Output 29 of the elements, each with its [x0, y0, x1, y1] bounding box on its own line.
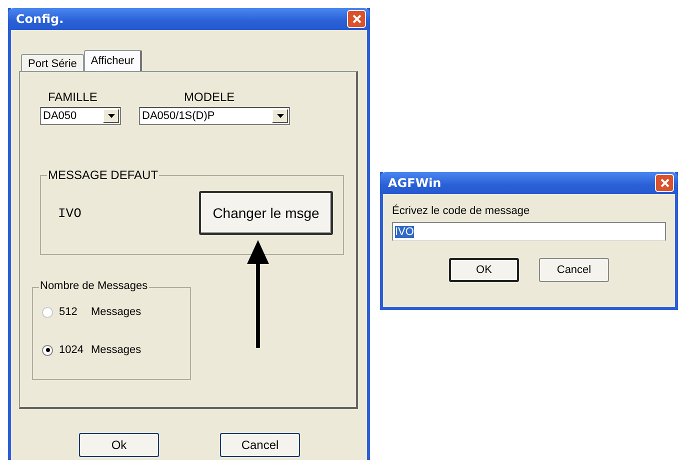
radio-button[interactable]	[42, 344, 53, 356]
tab[interactable]: Afficheur	[84, 50, 142, 71]
dropdown[interactable]: DA050/1S(D)P	[139, 107, 290, 125]
close-icon[interactable]	[352, 14, 362, 24]
radio-button[interactable]	[42, 306, 53, 318]
message-code: IVO	[58, 206, 82, 220]
radio-label: Messages	[91, 306, 142, 318]
radio-label: 1024	[59, 344, 84, 356]
selected-text: IVO	[395, 226, 414, 238]
dialog-button[interactable]: OK	[449, 258, 519, 282]
dialog-button[interactable]: Cancel	[220, 433, 300, 457]
field-label: MODELE	[183, 90, 236, 104]
dialog-button[interactable]: Cancel	[539, 258, 609, 282]
change-message-button[interactable]: Changer le msge	[199, 191, 333, 235]
radio-label: Messages	[91, 344, 142, 356]
dialog-button[interactable]: Ok	[79, 433, 159, 457]
tab[interactable]: Port Série	[21, 54, 84, 71]
dropdown[interactable]: DA050	[40, 107, 121, 125]
window-title: Config.	[16, 12, 64, 26]
close-button[interactable]	[655, 174, 674, 192]
prompt-label: Écrivez le code de message	[392, 205, 531, 217]
window-title: AGFWin	[388, 176, 442, 190]
close-button[interactable]	[347, 10, 366, 28]
input-field[interactable]: IVO	[392, 222, 666, 241]
close-icon[interactable]	[660, 178, 670, 188]
field-label: FAMILLE	[47, 90, 98, 104]
radio-label: 512	[59, 306, 78, 318]
group-title: MESSAGE DEFAUT	[47, 168, 160, 182]
group-title: Nombre de Messages	[39, 280, 149, 292]
